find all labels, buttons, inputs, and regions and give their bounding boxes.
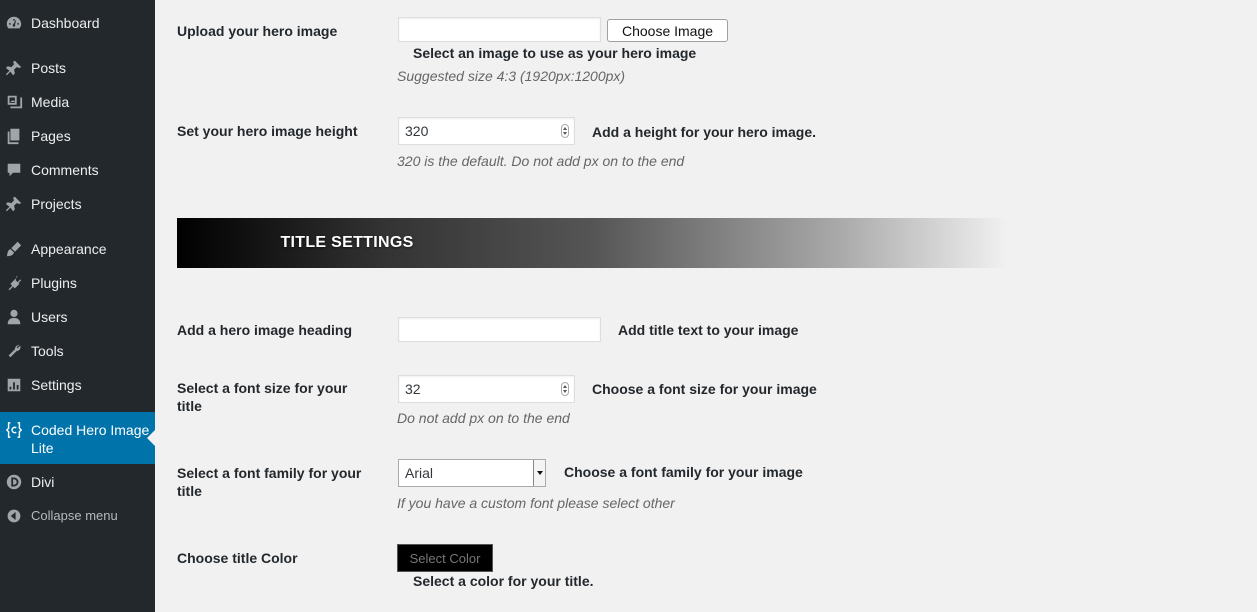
sidebar-item-pages[interactable]: Pages: [0, 126, 155, 146]
dashboard-icon: [5, 14, 23, 32]
font-size-description: Do not add px on to the end: [397, 410, 570, 426]
hero-height-description: 320 is the default. Do not add px on to …: [397, 153, 685, 169]
sidebar-item-coded-hero-image-lite[interactable]: Coded Hero Image Lite: [0, 412, 155, 464]
sidebar-item-label: Divi: [31, 474, 55, 490]
font-size-input[interactable]: 32: [398, 375, 575, 403]
sidebar-item-media[interactable]: Media: [0, 92, 155, 112]
sidebar-item-label: Posts: [31, 60, 67, 76]
sidebar-item-label: Comments: [31, 162, 99, 178]
font-family-selected: Arial: [405, 465, 434, 481]
font-family-select[interactable]: Arial: [398, 459, 546, 487]
font-family-label: Select a font family for your title: [177, 465, 362, 499]
hero-height-value: 320: [405, 123, 429, 139]
sidebar-item-projects[interactable]: Projects: [0, 194, 155, 214]
sidebar-item-label: Media: [31, 94, 70, 110]
chevron-down-icon: [533, 460, 545, 486]
section-heading: TITLE SETTINGS: [280, 234, 414, 251]
sidebar-item-label: Dashboard: [31, 15, 100, 31]
settings-icon: [5, 376, 23, 394]
heading-hint: Add title text to your image: [618, 322, 799, 338]
sidebar-item-label: Appearance: [31, 241, 107, 257]
hero-heading-field[interactable]: [398, 317, 601, 342]
select-color-button[interactable]: Select Color: [397, 544, 493, 572]
coded-plugin-icon: [5, 421, 23, 439]
hero-height-label: Set your hero image height: [177, 123, 358, 139]
number-spinner-icon[interactable]: [561, 124, 569, 138]
pages-icon: [5, 127, 23, 145]
admin-sidebar: Dashboard Posts Media Pages Comments Pro…: [0, 0, 155, 612]
title-color-hint: Select a color for your title.: [413, 573, 594, 589]
choose-image-button[interactable]: Choose Image: [607, 19, 728, 42]
sidebar-item-posts[interactable]: Posts: [0, 58, 155, 78]
hero-image-label: Upload your hero image: [177, 23, 338, 39]
sidebar-item-label: Collapse menu: [31, 508, 118, 523]
sidebar-item-dashboard[interactable]: Dashboard: [0, 13, 155, 33]
sidebar-item-label: Tools: [31, 343, 64, 359]
hero-height-hint: Add a height for your hero image.: [592, 124, 817, 140]
pin-icon: [5, 59, 23, 77]
user-icon: [5, 308, 23, 326]
brush-icon: [5, 240, 23, 258]
hero-height-input[interactable]: 320: [398, 117, 575, 145]
sidebar-item-label: Plugins: [31, 275, 77, 291]
pin-icon: [5, 195, 23, 213]
title-color-label: Choose title Color: [177, 550, 298, 566]
font-family-hint: Choose a font family for your image: [564, 464, 803, 480]
font-size-label: Select a font size for your title: [177, 380, 348, 414]
sidebar-item-appearance[interactable]: Appearance: [0, 239, 155, 259]
collapse-icon: [5, 507, 23, 525]
title-settings-banner: TITLE SETTINGS: [177, 218, 1007, 268]
hero-image-hint: Select an image to use as your hero imag…: [413, 45, 697, 61]
divi-icon: [5, 473, 23, 491]
font-family-description: If you have a custom font please select …: [397, 495, 675, 511]
sidebar-item-tools[interactable]: Tools: [0, 341, 155, 361]
sidebar-item-label: Pages: [31, 128, 71, 144]
wrench-icon: [5, 342, 23, 360]
font-size-hint: Choose a font size for your image: [592, 381, 817, 397]
sidebar-item-label: Settings: [31, 377, 82, 393]
number-spinner-icon[interactable]: [561, 382, 569, 396]
comment-icon: [5, 161, 23, 179]
sidebar-item-label: Users: [31, 309, 68, 325]
sidebar-item-plugins[interactable]: Plugins: [0, 273, 155, 293]
hero-image-url-field[interactable]: [398, 17, 601, 42]
collapse-menu-button[interactable]: Collapse menu: [0, 506, 155, 526]
heading-label: Add a hero image heading: [177, 322, 353, 338]
sidebar-item-divi[interactable]: Divi: [0, 472, 155, 492]
plug-icon: [5, 274, 23, 292]
media-icon: [5, 93, 23, 111]
sidebar-item-users[interactable]: Users: [0, 307, 155, 327]
sidebar-item-comments[interactable]: Comments: [0, 160, 155, 180]
settings-form: Upload your hero image Choose Image Sele…: [155, 0, 1257, 612]
sidebar-item-label: Coded Hero Image Lite: [31, 422, 150, 456]
sidebar-item-settings[interactable]: Settings: [0, 375, 155, 395]
hero-image-description: Suggested size 4:3 (1920px:1200px): [397, 68, 626, 84]
sidebar-item-label: Projects: [31, 196, 82, 212]
font-size-value: 32: [405, 381, 421, 397]
